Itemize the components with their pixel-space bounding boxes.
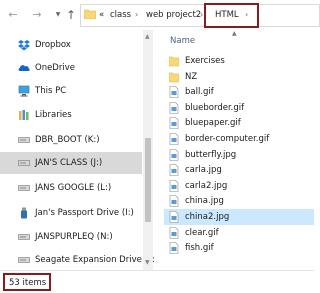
- image-file-icon: [169, 242, 179, 254]
- status-bar-divider: [0, 270, 314, 271]
- breadcrumb-web-project2[interactable]: web project2: [146, 10, 201, 20]
- nav-item-onedrive[interactable]: OneDrive: [0, 57, 142, 79]
- drive-icon: [18, 137, 30, 143]
- file-row-bluepaper-gif[interactable]: bluepaper.gif: [164, 115, 314, 131]
- current-folder-highlight: [204, 3, 259, 28]
- nav-item-label: Libraries: [35, 110, 72, 120]
- navigation-pane-scrollbar[interactable]: ▲ ▼: [143, 30, 153, 270]
- nav-item-janspurpleq[interactable]: JANSPURPLEQ (N:): [0, 226, 142, 248]
- file-name: blueborder.gif: [185, 102, 245, 113]
- nav-item-label: Seagate Expansion Drive (F:: [35, 255, 155, 265]
- file-row-ball-gif[interactable]: ball.gif: [164, 84, 314, 100]
- file-name: china2.jpg: [185, 212, 230, 222]
- drive-icon: [18, 257, 30, 263]
- breadcrumb-separator[interactable]: ›: [200, 10, 203, 19]
- nav-item-libraries[interactable]: Libraries: [0, 104, 142, 126]
- drive-icon: [18, 185, 30, 191]
- image-file-icon: [169, 164, 179, 176]
- file-name: NZ: [185, 71, 198, 82]
- file-row-carla2-jpg[interactable]: carla2.jpg: [164, 178, 314, 194]
- usb-drive-icon: [21, 207, 27, 219]
- address-overflow-label[interactable]: «: [99, 10, 104, 20]
- this-pc-icon: [18, 85, 30, 97]
- file-name: fish.gif: [185, 243, 214, 254]
- file-name: china.jpg: [185, 196, 224, 207]
- breadcrumb-class[interactable]: class: [110, 10, 131, 20]
- image-file-icon: [169, 133, 179, 145]
- nav-item-jans-class[interactable]: JAN'S CLASS (J:): [0, 152, 142, 174]
- image-file-icon: [169, 211, 179, 223]
- file-name: clear.gif: [185, 227, 219, 238]
- nav-item-label: DBR_BOOT (K:): [35, 135, 100, 145]
- recent-locations-chevron-icon[interactable]: ▼: [51, 8, 65, 22]
- onedrive-icon: [18, 65, 30, 71]
- nav-item-this-pc[interactable]: This PC: [0, 80, 142, 102]
- file-row-border-computer-gif[interactable]: border-computer.gif: [164, 131, 314, 147]
- name-column-header[interactable]: Name: [170, 36, 195, 46]
- drive-icon: [18, 234, 30, 240]
- folder-icon: [169, 56, 179, 67]
- nav-item-jans-google[interactable]: JANS GOOGLE (L:): [0, 177, 142, 199]
- nav-item-dropbox[interactable]: Dropbox: [0, 34, 142, 56]
- navigation-pane: Dropbox OneDrive This PC Libraries DBR_B…: [0, 30, 155, 271]
- nav-item-label: JAN'S CLASS (J:): [35, 158, 103, 168]
- file-name: ball.gif: [185, 87, 214, 98]
- nav-item-label: JANSPURPLEQ (N:): [35, 232, 113, 242]
- file-list-pane: ▲ Name Exercises NZ ball.gif blueborder.…: [154, 30, 314, 270]
- up-arrow-icon[interactable]: ↑: [64, 8, 78, 22]
- nav-item-label: OneDrive: [35, 63, 75, 73]
- forward-arrow-icon[interactable]: →: [30, 8, 44, 22]
- scroll-down-arrow-icon[interactable]: ▼: [145, 259, 150, 266]
- file-name: butterfly.jpg: [185, 149, 237, 160]
- file-name: carla.jpg: [185, 165, 222, 176]
- file-row-exercises[interactable]: Exercises: [164, 53, 314, 69]
- file-row-blueborder-gif[interactable]: blueborder.gif: [164, 100, 314, 116]
- file-row-nz[interactable]: NZ: [164, 69, 314, 85]
- file-row-china2-jpg[interactable]: china2.jpg: [164, 209, 314, 225]
- nav-item-jans-passport-drive[interactable]: Jan's Passport Drive (I:): [0, 202, 142, 224]
- image-file-icon: [169, 101, 179, 114]
- folder-icon: [169, 72, 179, 82]
- nav-item-label: JANS GOOGLE (L:): [35, 183, 112, 193]
- libraries-icon: [19, 110, 29, 120]
- file-row-carla-jpg[interactable]: carla.jpg: [164, 162, 314, 178]
- image-file-icon: [169, 179, 179, 192]
- dropbox-icon: [18, 40, 30, 51]
- status-bar: 53 items: [0, 270, 314, 293]
- image-file-icon: [169, 226, 179, 239]
- file-name: border-computer.gif: [185, 134, 270, 144]
- nav-item-label: This PC: [35, 86, 67, 96]
- file-name: Exercises: [185, 56, 225, 66]
- image-file-icon: [169, 148, 179, 161]
- nav-item-label: Dropbox: [35, 40, 71, 50]
- nav-item-seagate-expansion-drive[interactable]: Seagate Expansion Drive (F:: [0, 249, 155, 271]
- image-file-icon: [169, 117, 179, 130]
- address-toolbar: ← → ▼ ↑ « class › web project2 › HTML ›: [0, 0, 320, 30]
- file-name: carla2.jpg: [185, 180, 228, 191]
- file-row-clear-gif[interactable]: clear.gif: [164, 225, 314, 241]
- scroll-up-arrow-icon[interactable]: ▲: [145, 33, 150, 40]
- drive-icon: [18, 160, 30, 166]
- scrollbar-thumb[interactable]: [145, 138, 151, 222]
- file-row-fish-gif[interactable]: fish.gif: [164, 240, 314, 256]
- file-row-china-jpg[interactable]: china.jpg: [164, 193, 314, 209]
- nav-item-label: Jan's Passport Drive (I:): [35, 208, 134, 218]
- file-name: bluepaper.gif: [185, 118, 241, 129]
- image-file-icon: [169, 86, 179, 98]
- breadcrumb-separator[interactable]: ›: [135, 10, 138, 19]
- image-file-icon: [169, 195, 179, 208]
- folder-icon: [84, 9, 96, 19]
- file-row-butterfly-jpg[interactable]: butterfly.jpg: [164, 147, 314, 163]
- item-count: 53 items: [9, 278, 47, 288]
- back-arrow-icon[interactable]: ←: [6, 8, 20, 22]
- nav-item-dbr-boot[interactable]: DBR_BOOT (K:): [0, 129, 142, 151]
- sort-ascending-icon: ▲: [232, 30, 237, 37]
